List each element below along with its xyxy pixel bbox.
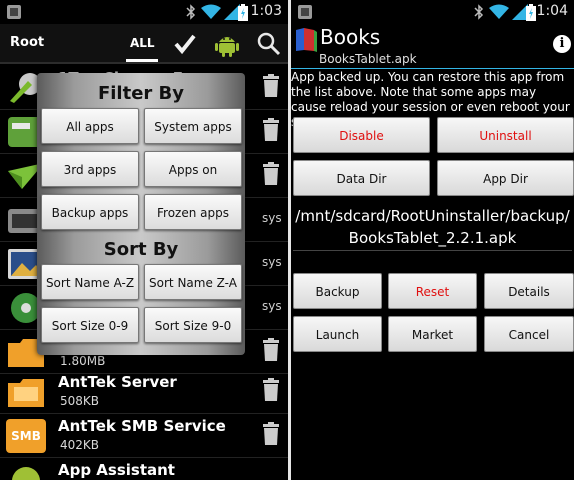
app-name: App Assistant: [58, 461, 175, 479]
reset-button[interactable]: Reset: [388, 273, 477, 309]
system-badge: sys: [262, 211, 282, 225]
app-name: AntTek Server: [58, 373, 177, 391]
cancel-button[interactable]: Cancel: [484, 316, 574, 352]
app-details-screen: 1:04 Books BooksTablet.apk i App backed …: [291, 0, 574, 480]
app-size: 508KB: [60, 394, 100, 408]
android-icon[interactable]: [214, 31, 240, 57]
smb-app-icon: SMB: [6, 419, 46, 453]
battery-icon: [238, 4, 248, 21]
trash-icon[interactable]: [262, 422, 280, 446]
backup-button[interactable]: Backup: [293, 273, 382, 309]
filter-system-apps-button[interactable]: System apps: [144, 108, 242, 144]
bluetooth-icon: [474, 4, 484, 20]
usb-debug-icon: [298, 5, 312, 19]
assistant-app-icon: [12, 467, 40, 480]
header-divider: [291, 68, 574, 69]
usb-debug-icon: [7, 5, 21, 19]
checkmark-icon[interactable]: [172, 31, 198, 57]
dialog-header: Books BooksTablet.apk i: [291, 24, 574, 68]
status-bar: 1:04: [291, 0, 574, 24]
wifi-icon: [201, 4, 221, 19]
backup-path-dir: /mnt/sdcard/RootUninstaller/backup/: [295, 207, 570, 225]
details-button[interactable]: Details: [484, 273, 574, 309]
list-item[interactable]: SMB AntTek SMB Service 402KB: [0, 414, 288, 458]
backup-path-file: BooksTablet_2.2.1.apk: [348, 229, 517, 247]
app-name: AntTek SMB Service: [58, 417, 226, 435]
bluetooth-icon: [186, 4, 196, 20]
tab-all[interactable]: ALL: [130, 36, 155, 50]
system-badge: sys: [262, 299, 282, 313]
info-icon[interactable]: i: [553, 35, 571, 53]
sort-title: Sort By: [103, 239, 179, 260]
sort-name-az-button[interactable]: Sort Name A-Z: [41, 264, 139, 300]
sort-name-za-button[interactable]: Sort Name Z-A: [144, 264, 242, 300]
filter-popup: Filter By All apps System apps 3rd apps …: [37, 73, 245, 355]
trash-icon[interactable]: [262, 378, 280, 402]
list-item[interactable]: AntTek Server 508KB: [0, 370, 288, 414]
trash-icon[interactable]: [262, 74, 280, 98]
trash-icon[interactable]: [262, 162, 280, 186]
app-list-screen: 1:03 Root ALL 1Tap Cleaner Free: [0, 0, 288, 480]
app-dir-button[interactable]: App Dir: [437, 160, 574, 196]
filter-title: Filter By: [97, 83, 185, 104]
sort-size-09-button[interactable]: Sort Size 0-9: [41, 307, 139, 343]
filter-frozen-apps-button[interactable]: Frozen apps: [144, 194, 242, 230]
filter-apps-on-button[interactable]: Apps on: [144, 151, 242, 187]
data-dir-button[interactable]: Data Dir: [293, 160, 430, 196]
trash-icon[interactable]: [262, 338, 280, 362]
root-title[interactable]: Root: [10, 35, 44, 50]
backup-path: /mnt/sdcard/RootUninstaller/backup/ Book…: [291, 205, 574, 249]
books-app-icon: [296, 28, 317, 52]
sort-size-90-button[interactable]: Sort Size 9-0: [144, 307, 242, 343]
trash-icon[interactable]: [262, 118, 280, 142]
system-badge: sys: [262, 255, 282, 269]
status-time: 1:03: [250, 3, 282, 19]
status-bar: 1:03: [0, 0, 288, 24]
disable-button[interactable]: Disable: [293, 117, 430, 153]
list-item[interactable]: App Assistant: [0, 458, 288, 480]
app-size: 1.80MB: [60, 354, 106, 368]
launch-button[interactable]: Launch: [293, 316, 382, 352]
app-size: 402KB: [60, 438, 100, 452]
battery-icon: [526, 4, 536, 21]
tab-all-indicator: [126, 59, 158, 62]
apk-filename: BooksTablet.apk: [319, 52, 417, 66]
wifi-icon: [489, 4, 509, 19]
filter-3rd-apps-button[interactable]: 3rd apps: [41, 151, 139, 187]
folder-app-icon: [8, 379, 44, 407]
filter-all-apps-button[interactable]: All apps: [41, 108, 139, 144]
dialog-title: Books: [320, 25, 381, 49]
status-time: 1:04: [536, 3, 568, 19]
filter-backup-apps-button[interactable]: Backup apps: [41, 194, 139, 230]
uninstall-button[interactable]: Uninstall: [437, 117, 574, 153]
path-divider: [293, 250, 572, 251]
market-button[interactable]: Market: [388, 316, 477, 352]
action-bar: Root ALL: [0, 24, 288, 64]
search-icon[interactable]: [256, 31, 282, 57]
